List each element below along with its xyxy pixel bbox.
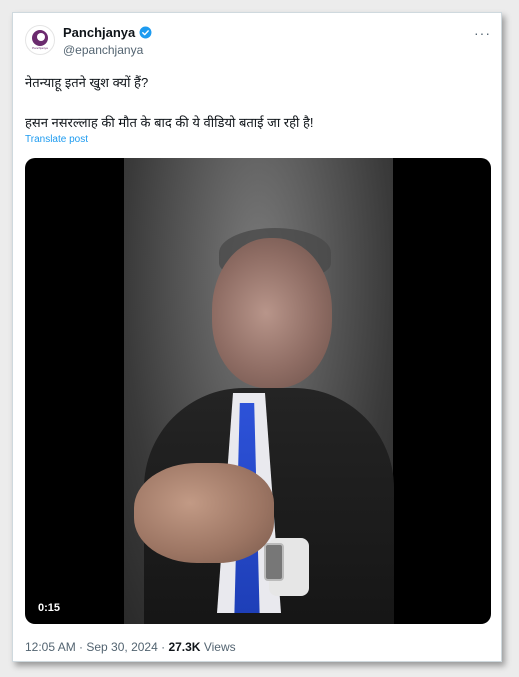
author-name-row: Panchjanya (63, 25, 152, 40)
video-hands-shape (134, 463, 274, 563)
tweet-meta: 12:05 AM · Sep 30, 2024 · 27.3K Views (25, 640, 236, 654)
tweet-date[interactable]: Sep 30, 2024 (86, 640, 157, 654)
video-frame (124, 158, 394, 624)
meta-separator: · (75, 640, 87, 654)
translate-post-link[interactable]: Translate post (25, 134, 88, 145)
video-watch-shape (264, 543, 284, 581)
tweet-text-line-1: नेतन्याहू इतने खुश क्यों हैं? (25, 75, 149, 90)
author-display-name[interactable]: Panchjanya (63, 25, 135, 40)
views-count: 27.3K (168, 640, 201, 654)
video-duration-badge: 0:15 (33, 600, 66, 616)
avatar-logo-text: Panchjanya (32, 46, 48, 50)
tweet-card: Panchjanya Panchjanya @epanchjanya ··· न… (12, 12, 502, 662)
verified-badge-icon (139, 26, 152, 39)
tweet-time[interactable]: 12:05 AM (25, 640, 76, 654)
author-handle[interactable]: @epanchjanya (63, 43, 143, 57)
video-head-shape (212, 238, 332, 388)
panchjanya-logo-icon (32, 30, 48, 46)
meta-separator-2: · (157, 640, 169, 654)
views-label: Views (200, 640, 236, 654)
more-options-icon[interactable]: ··· (474, 25, 491, 41)
tweet-text-line-2: हसन नसरल्लाह की मौत के बाद की ये वीडियो … (25, 115, 314, 130)
video-player[interactable]: 0:15 (25, 158, 491, 624)
avatar[interactable]: Panchjanya (25, 25, 55, 55)
